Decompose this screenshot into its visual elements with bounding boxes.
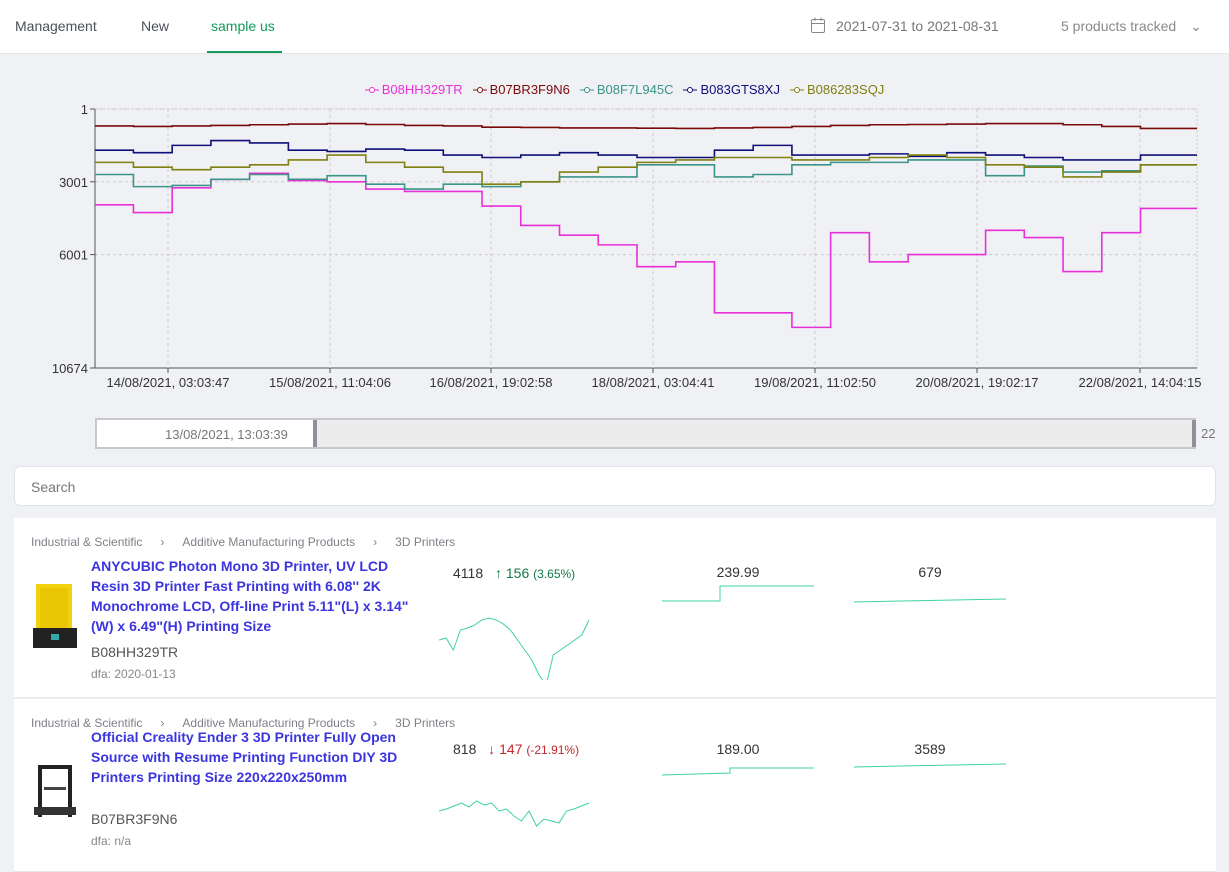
y-tick-label: 10674	[52, 361, 88, 376]
price-sparkline	[662, 767, 814, 776]
plot-area	[94, 108, 1198, 369]
slider-right-handle[interactable]	[1192, 420, 1196, 447]
chevron-right-icon: ›	[373, 535, 378, 549]
search-input[interactable]: Search	[14, 466, 1216, 506]
series-line-b086283sqj	[95, 154, 1197, 186]
y-tick-label: 3001	[59, 175, 88, 190]
product-title-link[interactable]: Official Creality Ender 3 3D Printer Ful…	[91, 727, 411, 787]
arrow-up-icon: ↑	[495, 565, 502, 581]
current-rank: 818	[453, 741, 477, 757]
product-dfa: dfa: n/a	[91, 834, 132, 848]
product-card: Industrial & Scientific › Additive Manufa…	[14, 518, 1216, 698]
breadcrumb-item[interactable]: 3D Printers	[395, 535, 455, 549]
reviews-value: 3589	[914, 741, 946, 757]
rank-change-value: 156	[505, 565, 530, 581]
reviews-value: 679	[918, 564, 942, 580]
y-tick-label: 1	[81, 102, 88, 117]
rank-sparkline	[439, 617, 590, 680]
rank-sparkline	[439, 800, 590, 827]
product-dfa: dfa: 2020-01-13	[91, 667, 176, 681]
product-title-link[interactable]: ANYCUBIC Photon Mono 3D Printer, UV LCD …	[91, 556, 411, 636]
price-value: 189.00	[716, 741, 760, 757]
series-line-b08hh329tr	[95, 172, 1197, 329]
rank-change: ↓ 147 (-21.91%)	[488, 741, 579, 757]
x-tick-label: 14/08/2021, 03:03:47	[107, 375, 230, 390]
current-rank: 4118	[453, 565, 484, 581]
series-line-b083gts8xj	[95, 139, 1197, 161]
breadcrumb: Industrial & Scientific › Additive Manufa…	[31, 535, 455, 549]
slider-left-handle[interactable]	[313, 420, 317, 447]
arrow-down-icon: ↓	[488, 741, 496, 757]
reviews-sparkline	[854, 763, 1007, 768]
series-line-b07br3f9n6	[95, 122, 1197, 130]
breadcrumb-item[interactable]: Industrial & Scientific	[31, 535, 142, 549]
x-tick-label: 19/08/2021, 11:02:50	[754, 375, 876, 390]
x-tick-label: 22/08/2021, 14:04:15	[1079, 375, 1202, 390]
x-tick-label: 20/08/2021, 19:02:17	[916, 375, 1039, 390]
x-tick-label: 15/08/2021, 11:04:06	[269, 375, 391, 390]
rank-change-pct: (-21.91%)	[526, 743, 580, 757]
product-card: Industrial & Scientific › Additive Manufa…	[14, 699, 1216, 872]
price-sparkline	[662, 585, 814, 602]
slider-end-label: 22	[1201, 426, 1216, 441]
rank-change-pct: (3.65%)	[533, 567, 576, 581]
chevron-right-icon: ›	[160, 535, 165, 549]
reviews-sparkline	[854, 598, 1007, 603]
slider-start-label: 13/08/2021, 13:03:39	[165, 427, 288, 442]
rank-chart: 1 3001 6001 10674 14/08/2021, 03:03:47 15/08/…	[52, 102, 1202, 390]
x-tick-label: 18/08/2021, 03:04:41	[592, 375, 715, 390]
breadcrumb-item[interactable]: Additive Manufacturing Products	[182, 535, 355, 549]
rank-change: ↑ 156 (3.65%)	[495, 565, 575, 581]
rank-change-value: 147	[499, 741, 523, 757]
product-asin: B08HH329TR	[91, 644, 179, 660]
time-range-slider[interactable]: 13/08/2021, 13:03:39	[95, 418, 1196, 449]
y-tick-label: 6001	[59, 248, 88, 263]
product-image[interactable]	[30, 580, 80, 650]
rank-summary: 4118 ↑ 156 (3.65%)	[453, 565, 575, 581]
price-value: 239.99	[716, 564, 760, 580]
product-asin: B07BR3F9N6	[91, 811, 178, 827]
x-tick-label: 16/08/2021, 19:02:58	[430, 375, 553, 390]
product-image[interactable]	[30, 757, 80, 827]
rank-summary: 818 ↓ 147 (-21.91%)	[453, 741, 579, 757]
